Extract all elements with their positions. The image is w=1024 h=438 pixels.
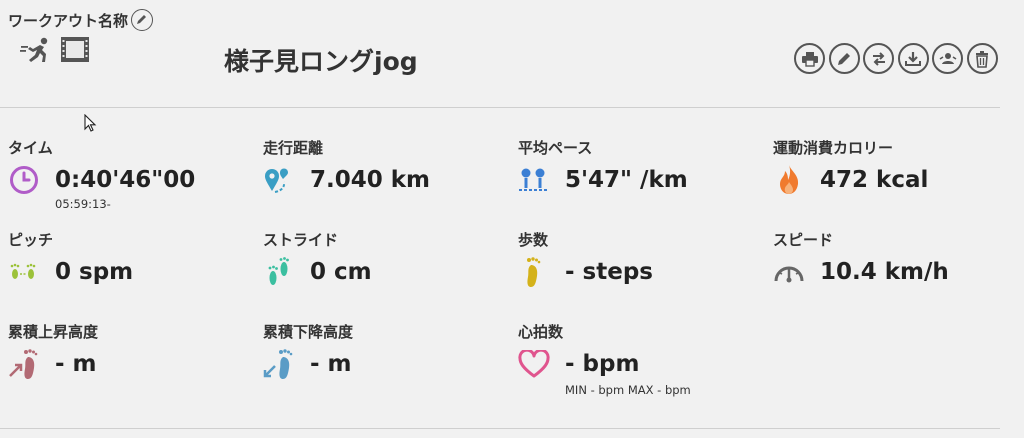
metric-stride-value: 0 cm — [310, 259, 372, 285]
print-button[interactable] — [794, 43, 825, 74]
metric-speed-value: 10.4 km/h — [820, 259, 949, 285]
speedometer-icon — [773, 256, 805, 288]
metric-ascent: 累積上昇高度 - m — [8, 321, 98, 380]
metric-time-value: 0:40'46"00 — [55, 167, 196, 193]
clock-icon — [8, 164, 40, 196]
workout-title: 様子見ロングjog — [224, 47, 418, 76]
metric-pitch-label: ピッチ — [8, 231, 54, 249]
metric-calories-label: 運動消費カロリー — [773, 139, 894, 157]
metric-descent-value: - m — [310, 351, 352, 377]
film-icon[interactable] — [60, 36, 90, 63]
workout-type-icons — [20, 36, 90, 64]
ascent-icon — [8, 348, 40, 380]
swap-button[interactable] — [863, 43, 894, 74]
metric-steps: 歩数 - steps — [518, 229, 653, 288]
map-pin-icon — [263, 164, 295, 196]
metric-time: タイム 0:40'46"00 05:59:13- — [8, 137, 195, 211]
footsteps-icon — [8, 256, 40, 288]
descent-icon — [263, 348, 295, 380]
metric-calories-value: 472 kcal — [820, 167, 929, 193]
mouse-cursor-icon — [84, 114, 97, 132]
metric-ascent-value: - m — [55, 351, 97, 377]
edit-button[interactable] — [828, 43, 860, 74]
metric-pace: 平均ペース 5'47" /km — [518, 137, 688, 196]
bottom-divider — [0, 428, 1000, 429]
metric-pitch-value: 0 spm — [55, 259, 134, 285]
metric-pace-label: 平均ペース — [518, 139, 593, 157]
metric-descent-label: 累積下降高度 — [263, 323, 354, 341]
heart-icon — [518, 348, 550, 380]
pace-icon — [518, 164, 550, 196]
download-button[interactable] — [897, 43, 929, 74]
top-divider — [0, 107, 1000, 108]
flame-icon — [773, 164, 805, 196]
metric-pace-value: 5'47" /km — [565, 167, 688, 193]
metric-calories: 運動消費カロリー 472 kcal — [773, 137, 928, 196]
metric-pitch: ピッチ 0 spm — [8, 229, 133, 288]
workout-name-label: ワークアウト名称 — [8, 9, 154, 31]
metric-heart-value: - bpm — [565, 351, 640, 377]
metric-descent: 累積下降高度 - m — [263, 321, 353, 380]
footprints-icon — [263, 256, 295, 288]
download-icon — [905, 51, 921, 66]
swap-icon — [872, 51, 885, 66]
trash-icon — [976, 50, 988, 68]
metric-ascent-label: 累積上昇高度 — [8, 323, 99, 341]
footprint-icon — [518, 256, 550, 288]
share-icon — [939, 52, 956, 64]
workout-name-label-text: ワークアウト名称 — [8, 11, 129, 30]
metric-stride-label: ストライド — [263, 231, 339, 249]
metric-steps-value: - steps — [565, 259, 653, 285]
metric-distance-value: 7.040 km — [310, 167, 431, 193]
metric-steps-label: 歩数 — [518, 231, 549, 249]
metric-speed-label: スピード — [773, 231, 834, 249]
metric-time-start: 05:59:13- — [55, 197, 111, 211]
runner-icon — [20, 37, 48, 62]
metric-time-label: タイム — [8, 139, 53, 157]
share-button[interactable] — [932, 43, 963, 74]
metric-distance-label: 走行距離 — [263, 139, 324, 157]
delete-button[interactable] — [966, 43, 998, 74]
metric-distance: 走行距離 7.040 km — [263, 137, 430, 196]
edit-icon — [838, 52, 850, 65]
print-icon — [801, 51, 818, 67]
pencil-icon[interactable] — [131, 9, 154, 31]
metric-stride: ストライド 0 cm — [263, 229, 372, 288]
metric-heart-label: 心拍数 — [518, 323, 564, 341]
metric-heart-minmax: MIN - bpm MAX - bpm — [565, 383, 691, 397]
action-toolbar — [794, 43, 998, 74]
metric-speed: スピード 10.4 km/h — [773, 229, 949, 288]
metric-heart: 心拍数 - bpm MIN - bpm MAX - bpm — [518, 321, 691, 397]
